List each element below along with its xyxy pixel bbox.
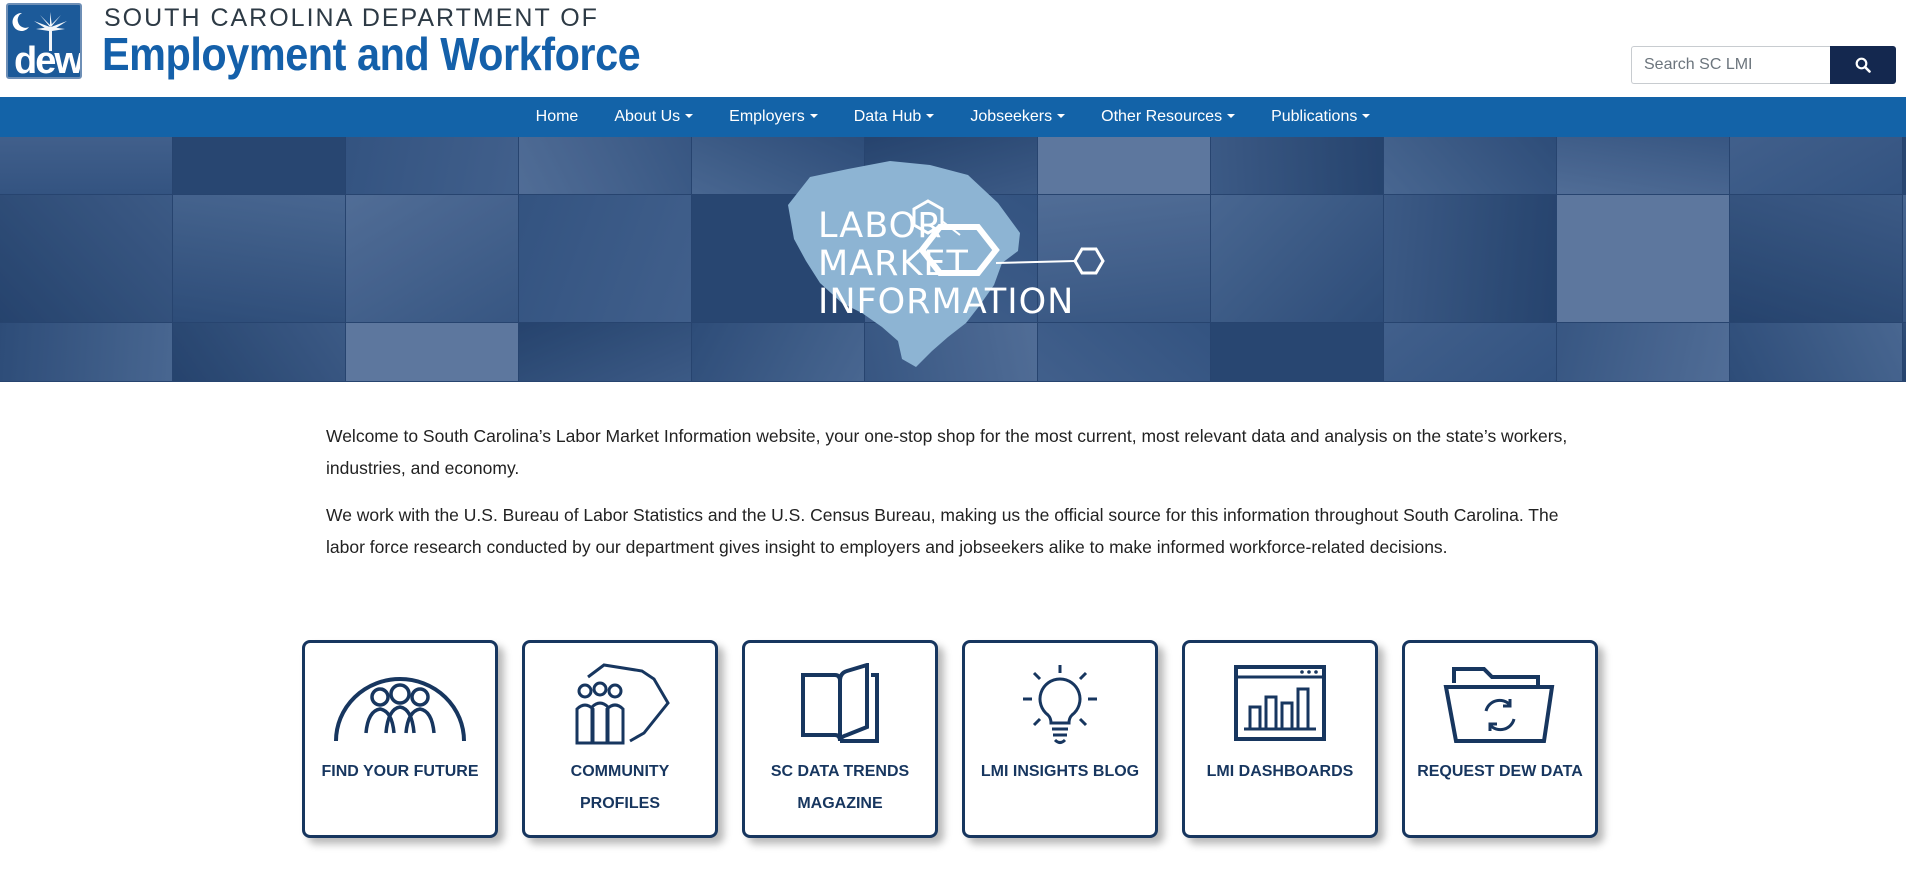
card-request-dew-data[interactable]: REQUEST DEW DATA — [1402, 640, 1598, 838]
nav-item-label: Jobseekers — [970, 108, 1053, 125]
nav-item-label: Data Hub — [853, 108, 922, 125]
caret-down-icon — [1057, 114, 1066, 118]
hero-title-line: LABOR — [818, 206, 943, 246]
main-navigation: Home About Us Employers Data Hub Jobseekers O… — [0, 97, 1906, 137]
nav-item-other-resources[interactable]: Other Resources — [1083, 97, 1253, 137]
card-label: LMI INSIGHTS BLOG — [980, 763, 1140, 780]
caret-down-icon — [1227, 114, 1236, 118]
nav-item-jobseekers[interactable]: Jobseekers — [952, 97, 1083, 137]
intro-section: Welcome to South Carolina’s Labor Market… — [326, 420, 1586, 578]
nav-item-publications[interactable]: Publications — [1253, 97, 1388, 137]
card-lmi-insights-blog[interactable]: LMI INSIGHTS BLOG — [962, 640, 1158, 838]
search-input[interactable] — [1631, 46, 1831, 84]
card-label: COMMUNITY PROFILES — [570, 763, 670, 812]
nav-item-label: Publications — [1271, 108, 1358, 125]
quick-links: FIND YOUR FUTURE COMMUNITY PROFILES SC D — [302, 640, 1602, 840]
nav-item-employers[interactable]: Employers — [711, 97, 836, 137]
caret-down-icon — [809, 114, 818, 118]
hero-title-line: INFORMATION — [818, 282, 1075, 322]
nav-item-data-hub[interactable]: Data Hub — [836, 97, 953, 137]
search-form — [1631, 46, 1896, 84]
open-book-icon — [801, 663, 879, 743]
caret-down-icon — [685, 114, 694, 118]
org-name-line2[interactable]: Employment and Workforce — [102, 27, 641, 81]
card-find-your-future[interactable]: FIND YOUR FUTURE — [302, 640, 498, 838]
nav-item-label: Other Resources — [1101, 108, 1223, 125]
intro-paragraph: Welcome to South Carolina’s Labor Market… — [326, 426, 1568, 478]
caret-down-icon — [1362, 114, 1371, 118]
hero-title: LABOR MARKET INFORMATION — [818, 207, 1074, 321]
nav-list: Home About Us Employers Data Hub Jobseekers O… — [0, 97, 1906, 137]
folder-refresh-icon — [1443, 667, 1555, 743]
nav-item-about-us[interactable]: About Us — [596, 97, 711, 137]
search-icon — [1855, 57, 1871, 73]
search-button[interactable] — [1830, 46, 1896, 84]
nav-item-label: About Us — [614, 108, 681, 125]
card-label: REQUEST DEW DATA — [1417, 763, 1583, 780]
intro-paragraph: We work with the U.S. Bureau of Labor St… — [326, 505, 1559, 557]
hero-title-line: MARKET — [818, 244, 969, 284]
card-sc-data-trends-magazine[interactable]: SC DATA TRENDS MAGAZINE — [742, 640, 938, 838]
community-map-icon — [575, 663, 670, 745]
card-community-profiles[interactable]: COMMUNITY PROFILES — [522, 640, 718, 838]
people-dome-icon — [334, 677, 466, 742]
hero-banner: LABOR MARKET INFORMATION — [0, 137, 1906, 382]
dew-logo[interactable]: dew — [6, 3, 82, 79]
card-lmi-dashboards[interactable]: LMI DASHBOARDS — [1182, 640, 1378, 838]
nav-item-label: Employers — [729, 108, 805, 125]
card-label: SC DATA TRENDS MAGAZINE — [770, 763, 910, 812]
card-label: FIND YOUR FUTURE — [321, 763, 479, 780]
site-header: dew SOUTH CAROLINA DEPARTMENT OF Employm… — [0, 0, 1906, 97]
logo-text: dew — [14, 40, 82, 79]
card-label: LMI DASHBOARDS — [1206, 763, 1354, 780]
nav-item-home[interactable]: Home — [518, 97, 597, 137]
dashboard-chart-icon — [1234, 665, 1326, 741]
caret-down-icon — [926, 114, 935, 118]
lightbulb-icon — [1023, 665, 1097, 744]
nav-item-label: Home — [535, 108, 579, 125]
